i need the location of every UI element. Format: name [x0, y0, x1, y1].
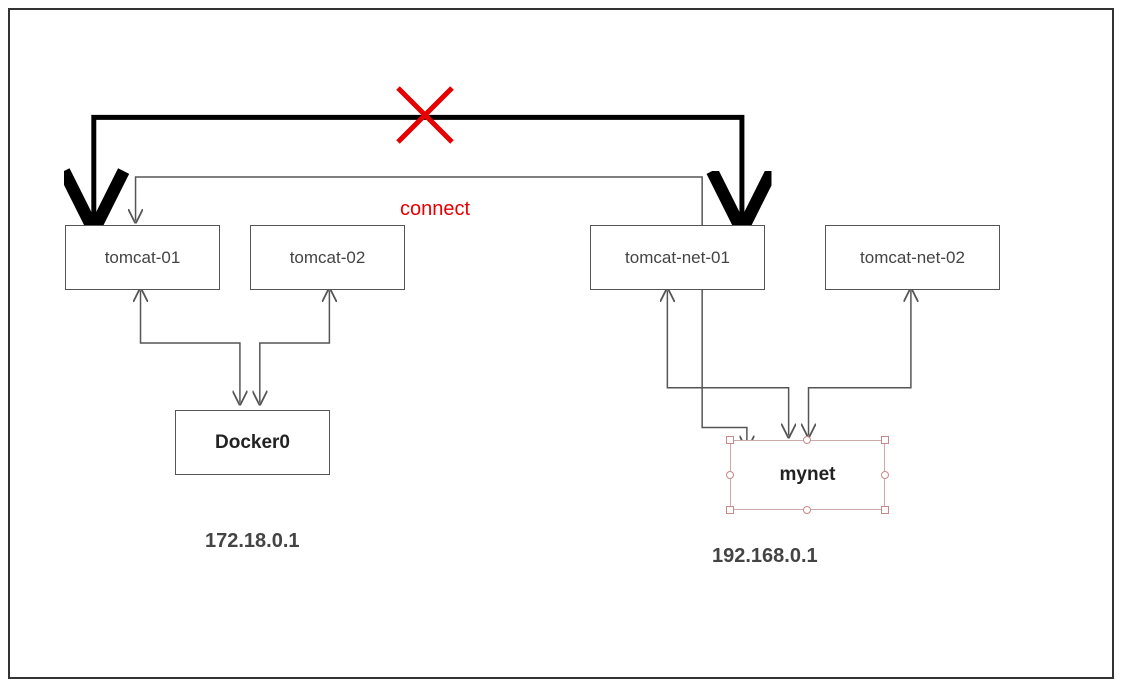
node-label: tomcat-01: [105, 248, 181, 268]
link-tomcatnet02-mynet: [809, 290, 911, 435]
cross-icon: [390, 80, 460, 150]
node-docker0[interactable]: Docker0: [175, 410, 330, 475]
node-mynet[interactable]: mynet: [730, 440, 885, 510]
node-label: mynet: [780, 464, 836, 486]
selection-handle-corner[interactable]: [881, 506, 889, 514]
label-mynet-ip: 192.168.0.1: [712, 545, 818, 568]
node-label: Docker0: [215, 432, 290, 454]
selection-handle-mid[interactable]: [726, 471, 734, 479]
selection-handle-mid[interactable]: [803, 436, 811, 444]
label-docker0-ip: 172.18.0.1: [205, 530, 300, 553]
link-tomcatnet01-mynet: [667, 290, 788, 435]
selection-handle-mid[interactable]: [803, 506, 811, 514]
link-tomcat01-docker0: [141, 290, 240, 402]
diagram-canvas: connect tomcat-01 tomcat-02 Docker0 172.…: [8, 8, 1114, 679]
node-tomcat-02[interactable]: tomcat-02: [250, 225, 405, 290]
node-label: tomcat-02: [290, 248, 366, 268]
selection-handle-corner[interactable]: [726, 436, 734, 444]
selection-handle-corner[interactable]: [881, 436, 889, 444]
node-label: tomcat-net-01: [625, 248, 730, 268]
link-tomcat02-docker0: [260, 290, 330, 402]
node-tomcat-01[interactable]: tomcat-01: [65, 225, 220, 290]
connect-label: connect: [400, 198, 470, 221]
node-tomcat-net-02[interactable]: tomcat-net-02: [825, 225, 1000, 290]
node-label: tomcat-net-02: [860, 248, 965, 268]
connector-lines: [10, 10, 1112, 677]
selection-handle-mid[interactable]: [881, 471, 889, 479]
selection-handle-corner[interactable]: [726, 506, 734, 514]
node-tomcat-net-01[interactable]: tomcat-net-01: [590, 225, 765, 290]
